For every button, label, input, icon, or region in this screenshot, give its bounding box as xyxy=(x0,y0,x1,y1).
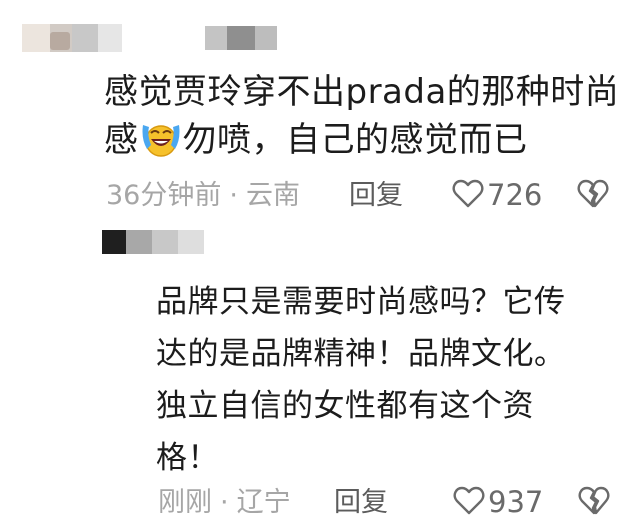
comment-time: 36分钟前 xyxy=(106,180,222,211)
broken-heart-icon[interactable] xyxy=(577,179,609,209)
reply-text: 品牌只是需要时尚感吗？它传 达的是品牌精神！品牌文化。 独立自信的女性都有这个资… xyxy=(156,276,634,484)
broken-heart-icon[interactable] xyxy=(578,486,610,516)
heart-icon[interactable] xyxy=(453,486,485,516)
comment-line-1: 感觉贾玲穿不出prada的那种时尚 xyxy=(104,72,620,112)
comment-text: 感觉贾玲穿不出prada的那种时尚 感 勿喷，自己的感觉而已 xyxy=(104,70,634,162)
comment-like-count: 726 xyxy=(487,178,543,212)
comment-line-2-end: 勿喷，自己的感觉而已 xyxy=(182,120,528,160)
meta-separator: · xyxy=(229,180,238,211)
comment-location: 云南 xyxy=(245,180,300,211)
reply-author-name[interactable] xyxy=(102,230,204,254)
reply-time: 刚刚 xyxy=(158,487,212,518)
reply-line-3: 独立自信的女性都有这个资 xyxy=(156,388,534,424)
reply-meta: 刚刚 · 辽宁 xyxy=(158,487,291,519)
comment-line-2-start: 感 xyxy=(104,120,139,160)
reply-location: 辽宁 xyxy=(236,487,291,518)
reply-line-1: 品牌只是需要时尚感吗？它传 xyxy=(156,284,566,320)
heart-icon[interactable] xyxy=(452,179,484,209)
comment-reply-button[interactable]: 回复 xyxy=(349,180,403,212)
comment-author-name[interactable] xyxy=(205,26,277,50)
reply-like-count: 937 xyxy=(488,485,544,519)
comment-line-2: 感 勿喷，自己的感觉而已 xyxy=(104,118,634,162)
laughing-crying-emoji-icon xyxy=(139,119,183,157)
reply-reply-button[interactable]: 回复 xyxy=(334,487,388,519)
reply-line-4: 格！ xyxy=(156,440,219,476)
comment-author-avatar[interactable] xyxy=(22,24,122,52)
meta-separator: · xyxy=(220,487,229,518)
reply-line-2: 达的是品牌精神！品牌文化。 xyxy=(156,336,566,372)
comment-meta: 36分钟前 · 云南 xyxy=(106,180,300,212)
